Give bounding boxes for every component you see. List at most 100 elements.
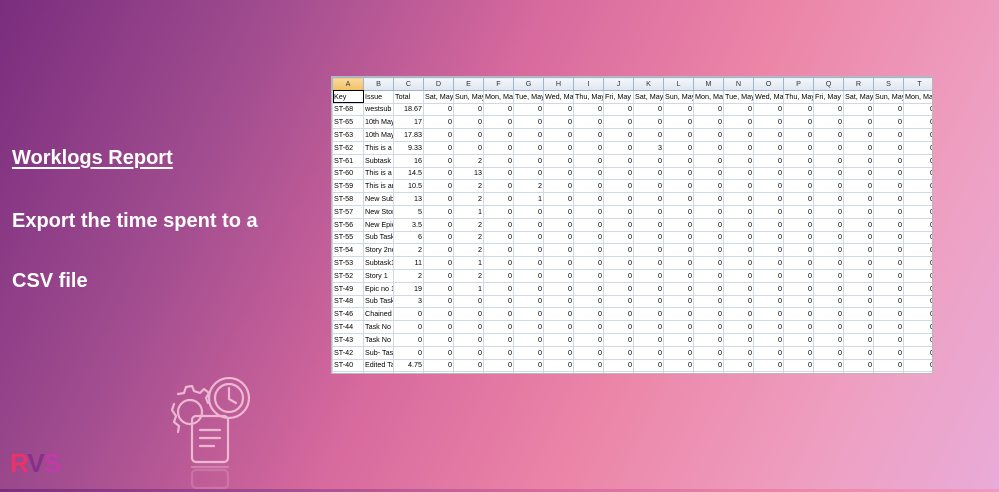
table-cell[interactable]: 0 — [783, 192, 814, 206]
table-cell[interactable]: 0 — [873, 115, 904, 130]
table-cell[interactable]: ST-49 — [332, 281, 364, 296]
table-cell[interactable]: 0 — [633, 243, 664, 258]
table-cell[interactable]: 0 — [663, 115, 694, 130]
table-cell[interactable]: 0 — [663, 256, 694, 270]
table-cell[interactable]: 0 — [903, 294, 932, 309]
table-cell[interactable]: 0 — [633, 320, 664, 334]
table-cell[interactable]: 0 — [573, 115, 604, 130]
table-cell[interactable]: 0 — [813, 320, 844, 334]
table-cell[interactable]: 0 — [483, 281, 514, 296]
table-cell[interactable]: 10th May — [363, 115, 394, 130]
table-cell[interactable]: 0 — [453, 371, 484, 373]
table-cell[interactable]: 0 — [453, 358, 484, 373]
table-cell[interactable]: 0 — [633, 307, 664, 322]
table-cell[interactable]: 2 — [453, 217, 484, 232]
table-cell[interactable]: Story 1 — [363, 268, 394, 283]
table-cell[interactable]: 0 — [723, 243, 754, 258]
table-cell[interactable]: Sub Task 7 — [363, 294, 394, 309]
table-cell[interactable]: 0 — [873, 192, 904, 206]
table-cell[interactable]: 0 — [543, 332, 574, 347]
table-cell[interactable]: 0 — [423, 294, 454, 309]
table-cell[interactable]: 0 — [723, 192, 754, 206]
table-cell[interactable]: 0 — [543, 192, 574, 206]
table-cell[interactable]: 0 — [843, 115, 874, 130]
table-cell[interactable]: ST-46 — [332, 307, 364, 322]
table-cell[interactable]: 0 — [633, 332, 664, 347]
table-cell[interactable]: This is a s — [363, 166, 394, 181]
table-cell[interactable]: 0 — [453, 115, 484, 130]
table-cell[interactable]: 0 — [813, 153, 844, 168]
table-cell[interactable]: 0 — [423, 371, 454, 373]
table-cell[interactable]: 0 — [783, 153, 814, 168]
table-cell[interactable]: 0 — [843, 179, 874, 194]
table-cell[interactable]: 0 — [783, 332, 814, 347]
table-cell[interactable]: 0 — [543, 115, 574, 130]
table-cell[interactable]: 0 — [483, 128, 514, 142]
table-cell[interactable]: 0 — [723, 307, 754, 322]
table-cell[interactable]: 0 — [693, 345, 724, 360]
table-cell[interactable]: 0 — [843, 102, 874, 117]
table-cell[interactable]: 0 — [483, 166, 514, 181]
table-cell[interactable]: 0 — [873, 256, 904, 270]
table-cell[interactable]: 0 — [693, 166, 724, 181]
table-cell[interactable]: 0 — [573, 153, 604, 168]
table-cell[interactable]: 0 — [663, 102, 694, 117]
table-cell[interactable]: 0 — [813, 230, 844, 245]
table-cell[interactable]: 0 — [813, 256, 844, 270]
table-cell[interactable]: 0 — [543, 204, 574, 219]
table-cell[interactable]: 0 — [873, 294, 904, 309]
table-cell[interactable]: 0 — [723, 153, 754, 168]
table-cell[interactable]: 0 — [573, 256, 604, 270]
table-cell[interactable]: Epic no 1 — [363, 281, 394, 296]
table-cell[interactable]: 0 — [423, 345, 454, 360]
table-cell[interactable]: 0 — [723, 166, 754, 181]
table-cell[interactable]: 0 — [783, 140, 814, 155]
table-cell[interactable]: 0 — [513, 204, 544, 219]
table-cell[interactable]: 0 — [723, 281, 754, 296]
table-cell[interactable]: Subtask M — [363, 153, 394, 168]
table-cell[interactable]: 0 — [723, 102, 754, 117]
table-cell[interactable]: 0 — [603, 140, 634, 155]
table-cell[interactable]: 0 — [663, 204, 694, 219]
table-cell[interactable]: 0 — [753, 243, 784, 258]
table-cell[interactable]: ST-59 — [332, 179, 364, 194]
table-cell[interactable]: 0 — [543, 140, 574, 155]
table-cell[interactable]: 0 — [423, 204, 454, 219]
table-cell[interactable]: 3 — [393, 294, 424, 309]
table-cell[interactable]: 0 — [843, 166, 874, 181]
table-cell[interactable]: 0 — [633, 115, 664, 130]
table-cell[interactable]: 0 — [453, 345, 484, 360]
table-cell[interactable]: 0 — [873, 140, 904, 155]
table-cell[interactable]: 0 — [423, 192, 454, 206]
table-cell[interactable]: 0 — [513, 371, 544, 373]
table-cell[interactable]: 0 — [483, 230, 514, 245]
table-cell[interactable]: Chained P — [363, 307, 394, 322]
column-letter[interactable]: E — [453, 77, 484, 91]
table-cell[interactable]: 0 — [573, 140, 604, 155]
table-cell[interactable]: 0 — [513, 281, 544, 296]
table-cell[interactable]: 0 — [423, 307, 454, 322]
table-cell[interactable]: 0 — [723, 332, 754, 347]
table-cell[interactable]: 0 — [633, 268, 664, 283]
table-cell[interactable]: 0 — [513, 217, 544, 232]
table-cell[interactable]: 0 — [873, 243, 904, 258]
table-cell[interactable]: 0 — [873, 204, 904, 219]
header-cell[interactable]: Sat, May 1 — [843, 89, 874, 104]
table-cell[interactable]: 0 — [543, 358, 574, 373]
table-cell[interactable]: 0 — [543, 345, 574, 360]
table-cell[interactable]: 0 — [843, 217, 874, 232]
table-cell[interactable]: 17 — [393, 115, 424, 130]
table-cell[interactable]: 0 — [903, 332, 932, 347]
table-cell[interactable]: 0 — [633, 217, 664, 232]
table-cell[interactable]: 0 — [693, 256, 724, 270]
table-cell[interactable]: Task No 1 — [363, 371, 394, 373]
table-cell[interactable]: 0 — [753, 153, 784, 168]
table-cell[interactable]: 0 — [813, 307, 844, 322]
table-cell[interactable]: 0 — [783, 320, 814, 334]
table-cell[interactable]: 0 — [543, 371, 574, 373]
table-cell[interactable]: 2 — [453, 153, 484, 168]
table-cell[interactable]: 0 — [843, 268, 874, 283]
table-cell[interactable]: 0 — [633, 358, 664, 373]
table-cell[interactable]: 0 — [633, 345, 664, 360]
table-cell[interactable]: 0 — [813, 268, 844, 283]
